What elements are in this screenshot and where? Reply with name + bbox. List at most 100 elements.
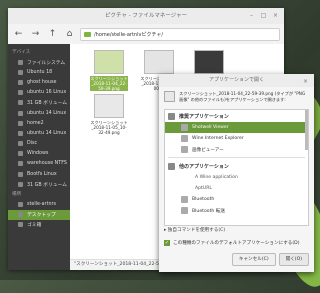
sidebar-device-item[interactable]: ghost house	[8, 77, 70, 87]
image-thumbnail-icon	[144, 50, 174, 74]
sidebar-device-item-label: Windows	[27, 151, 49, 157]
drive-icon	[18, 130, 23, 136]
dialog-titlebar[interactable]: アプリケーションで開く ×	[159, 74, 314, 87]
app-icon	[181, 135, 188, 142]
up-arrow-icon[interactable]: ↑	[46, 28, 59, 41]
drive-icon	[18, 79, 23, 85]
toolbar: ← → ↑ ⌂ /home/stelle-artnlvピクチャ/	[8, 24, 284, 45]
drive-icon	[18, 110, 23, 116]
app-item[interactable]: Bluetooth	[165, 194, 308, 205]
sidebar: デバイス ファイルシステム Ubuntu 18 ghost house ubuntu …	[8, 44, 70, 270]
sidebar-device-item-label: 31 GB ボリューム	[27, 101, 68, 107]
app-item[interactable]: A Wine application	[165, 172, 308, 183]
sidebar-device-item[interactable]: Ubuntu 18	[8, 67, 70, 77]
app-item[interactable]: Bluetooth 転送	[165, 205, 308, 216]
drive-icon	[18, 181, 23, 187]
home-icon[interactable]: ⌂	[63, 28, 76, 41]
image-thumbnail-icon	[194, 50, 224, 74]
sidebar-device-item[interactable]: Windows	[8, 149, 70, 159]
close-icon[interactable]: ×	[271, 11, 280, 20]
sidebar-place-item-label: デスクトップ	[27, 213, 56, 219]
file-thumbnail[interactable]: スクリーンショット_2018-11-05_10-32-49.png	[90, 94, 128, 135]
app-icon	[181, 124, 188, 131]
sidebar-place-item-label: stelle-artnrs	[27, 202, 56, 208]
folder-icon	[84, 31, 91, 37]
sidebar-device-item-label: Ubuntu 18	[27, 69, 53, 75]
location-bar[interactable]: /home/stelle-artnlvピクチャ/	[80, 27, 280, 41]
sidebar-device-item-label: ファイルシステム	[27, 60, 66, 66]
sidebar-device-item-label: ghost house	[27, 79, 57, 85]
drive-icon	[18, 69, 23, 75]
custom-command-expander[interactable]: ▸ 独自コマンドを使用する(C)	[164, 227, 225, 233]
open-button[interactable]: 開く(O)	[278, 253, 309, 266]
sidebar-device-item[interactable]: ubuntu 14 Linux	[8, 128, 70, 138]
app-item[interactable]: AptURL	[165, 183, 308, 194]
thumbs-up-icon	[168, 112, 175, 120]
drive-icon	[18, 151, 23, 157]
recommended-group: 推奨アプリケーション	[165, 110, 308, 122]
sidebar-device-item-label: Disc	[27, 141, 38, 147]
bluetooth-icon	[181, 207, 188, 214]
sidebar-place-item[interactable]: デスクトップ	[8, 209, 70, 220]
app-item-label: AptURL	[195, 186, 212, 191]
application-list[interactable]: 推奨アプリケーション Shotwell Viewer Wine Internet …	[164, 109, 309, 226]
sidebar-device-item[interactable]: 31 GB ボリューム	[8, 179, 70, 189]
checkmark-icon: ✓	[164, 240, 170, 246]
close-icon[interactable]: ×	[301, 77, 310, 86]
drive-icon	[18, 90, 23, 96]
drive-icon	[18, 161, 23, 167]
app-item-label: Bluetooth	[192, 197, 215, 202]
sidebar-device-item-label: warehouse NTFS	[27, 161, 67, 167]
list-scrollbar[interactable]	[305, 110, 308, 150]
folder-icon	[18, 212, 23, 218]
default-app-checkbox[interactable]: ✓ この種類のファイルのデフォルトアプリケーションにする(D)	[164, 240, 300, 246]
sidebar-device-item-label: ubuntu 14 Linux	[27, 130, 67, 136]
sidebar-device-item[interactable]: warehouse NTFS	[8, 159, 70, 169]
file-label: スクリーンショット_2018-11-04_22-59-39.png	[90, 76, 128, 91]
sidebar-device-item[interactable]: Bootfs Linux	[8, 169, 70, 179]
location-path: /home/stelle-artnlvピクチャ/	[94, 31, 164, 38]
separator	[168, 157, 305, 158]
app-item-label: A Wine application	[195, 175, 238, 180]
devices-header: デバイス	[12, 50, 31, 55]
drive-icon	[18, 59, 23, 65]
sidebar-device-item-label: ubuntu 16 Linux	[27, 90, 67, 96]
app-item-label: Wine Internet Explorer	[192, 136, 244, 141]
minimize-icon[interactable]: –	[247, 11, 256, 20]
forward-arrow-icon[interactable]: →	[29, 28, 42, 41]
maximize-icon[interactable]: □	[259, 11, 268, 20]
sidebar-device-item[interactable]: ファイルシステム	[8, 57, 70, 67]
sidebar-device-item[interactable]: ubuntu 14 Linux	[8, 108, 70, 118]
app-item[interactable]: 画像ビューアー	[165, 144, 308, 155]
sidebar-device-item[interactable]: Disc	[8, 139, 70, 149]
sidebar-device-item[interactable]: home2	[8, 118, 70, 128]
drive-icon	[18, 141, 23, 147]
drive-icon	[18, 100, 23, 106]
app-item-label: Bluetooth 転送	[192, 208, 225, 214]
sidebar-device-item[interactable]: ubuntu 16 Linux	[8, 88, 70, 98]
sidebar-place-item[interactable]: ゴミ箱	[8, 220, 70, 230]
image-thumbnail-icon	[94, 50, 124, 74]
bluetooth-icon	[181, 196, 188, 203]
other-group: 他のアプリケーション	[165, 160, 308, 172]
sidebar-device-item[interactable]: 31 GB ボリューム	[8, 98, 70, 108]
dialog-description: スクリーンショット_2018-11-04_22-59-39.png (タイプが …	[179, 91, 306, 102]
sidebar-device-item-label: 31 GB ボリューム	[27, 182, 68, 188]
applications-icon	[168, 162, 175, 170]
sidebar-place-item[interactable]: stelle-artnrs	[8, 199, 70, 209]
drive-icon	[18, 120, 23, 126]
sidebar-device-item-label: ubuntu 14 Linux	[27, 110, 67, 116]
app-item[interactable]: Shotwell Viewer	[165, 122, 308, 133]
places-header: 場所	[12, 192, 22, 198]
app-item-label: 画像ビューアー	[192, 147, 224, 153]
app-item[interactable]: Wine Internet Explorer	[165, 133, 308, 144]
file-manager-titlebar[interactable]: ピクチャ - ファイルマネージャー – □ ×	[8, 8, 284, 24]
file-thumbnail[interactable]: スクリーンショット_2018-11-04_22-59-39.png	[90, 50, 128, 91]
open-with-dialog: アプリケーションで開く × スクリーンショット_2018-11-04_22-59…	[159, 74, 314, 272]
file-label: スクリーンショット_2018-11-05_10-32-49.png	[90, 120, 128, 135]
image-file-icon	[164, 91, 175, 102]
cancel-button[interactable]: キャンセル(C)	[231, 253, 276, 266]
folder-icon	[18, 222, 23, 228]
app-item-label: Shotwell Viewer	[192, 125, 229, 130]
back-arrow-icon[interactable]: ←	[12, 28, 25, 41]
